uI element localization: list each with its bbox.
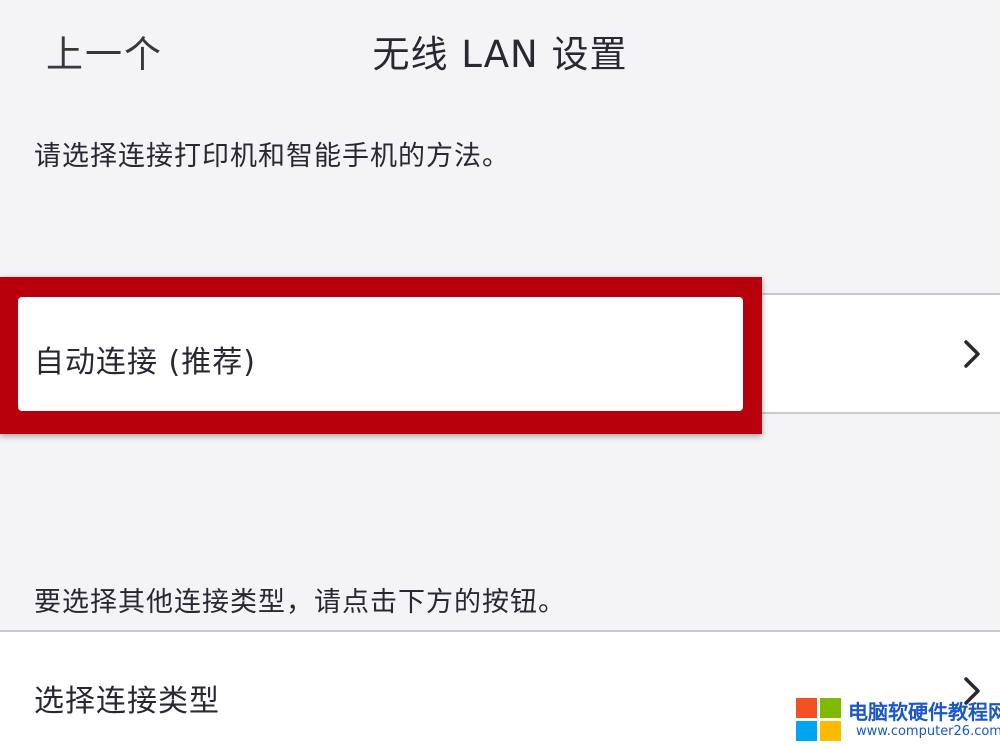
watermark: 电脑软硬件教程网 www.computer26.com <box>796 692 1000 748</box>
highlight-box: 自动连接 (推荐) <box>0 277 762 434</box>
chevron-right-icon <box>964 340 980 368</box>
watermark-url: www.computer26.com <box>856 724 1000 739</box>
other-types-text: 要选择其他连接类型，请点击下方的按钮。 <box>34 587 566 618</box>
auto-connect-label: 自动连接 (推荐) <box>34 345 256 380</box>
windows-logo-icon <box>796 698 841 741</box>
instruction-text: 请选择连接打印机和智能手机的方法。 <box>34 141 510 172</box>
page-title: 无线 LAN 设置 <box>372 33 628 76</box>
select-type-label: 选择连接类型 <box>34 684 220 719</box>
auto-connect-option[interactable]: 自动连接 (推荐) <box>18 297 743 411</box>
watermark-site-name: 电脑软硬件教程网 <box>848 700 1000 724</box>
navigation-bar: 上一个 无线 LAN 设置 <box>0 0 1000 100</box>
